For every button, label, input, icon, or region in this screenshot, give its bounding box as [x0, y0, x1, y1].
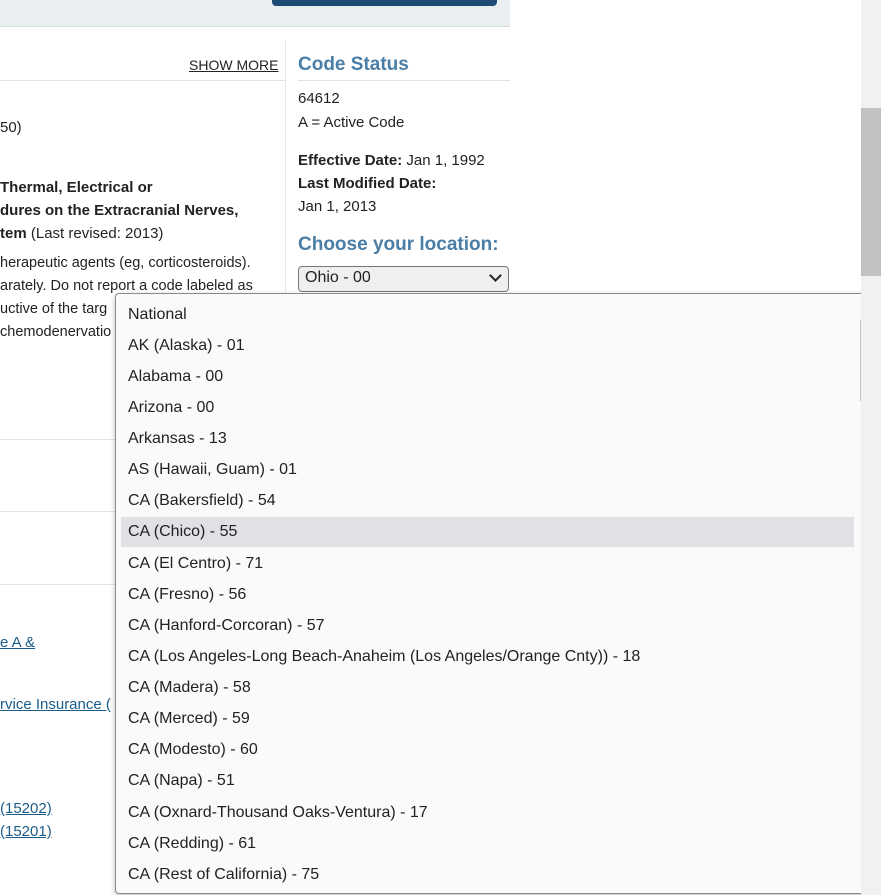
column-separator — [285, 40, 286, 300]
location-option[interactable]: CA (Redding) - 61 — [121, 829, 854, 859]
divider — [0, 439, 115, 440]
location-option[interactable]: CA (Chico) - 55 — [121, 517, 854, 547]
location-option[interactable]: CA (Los Angeles-Long Beach-Anaheim (Los … — [121, 642, 854, 672]
code-title-bold: tem — [0, 225, 27, 242]
page-scrollbar[interactable] — [861, 0, 881, 895]
location-option[interactable]: National — [121, 300, 854, 330]
location-select-value: Ohio - 00 — [305, 269, 371, 286]
divider — [0, 584, 115, 585]
code-number: 64612 — [298, 90, 340, 107]
divider — [0, 80, 285, 81]
location-option[interactable]: CA (Rest of California) - 75 — [121, 860, 854, 890]
top-banner — [0, 0, 510, 27]
location-select[interactable]: Ohio - 00 — [298, 266, 509, 292]
related-link[interactable]: rvice Insurance ( — [0, 696, 111, 713]
location-option[interactable]: CA (Napa) - 51 — [121, 766, 854, 796]
effective-date-value: Jan 1, 1992 — [402, 152, 485, 169]
related-code-link[interactable]: (15202) — [0, 800, 52, 817]
last-revised: (Last revised: 2013) — [26, 225, 164, 242]
location-option[interactable]: CA (Modesto) - 60 — [121, 735, 854, 765]
last-modified-label: Last Modified Date: — [298, 175, 437, 192]
location-heading: Choose your location: — [298, 234, 499, 255]
location-option[interactable]: AS (Hawaii, Guam) - 01 — [121, 455, 854, 485]
location-option[interactable]: Arizona - 00 — [121, 393, 854, 423]
page-scroll-thumb[interactable] — [861, 108, 881, 276]
location-option[interactable]: CA (Fresno) - 56 — [121, 580, 854, 610]
location-dropdown-list[interactable]: National AK (Alaska) - 01 Alabama - 00 Ariz… — [115, 293, 880, 894]
location-option[interactable]: CA (El Centro) - 71 — [121, 549, 854, 579]
effective-date: Effective Date: Jan 1, 1992 — [298, 149, 485, 172]
location-option[interactable]: Arkansas - 13 — [121, 424, 854, 454]
related-link[interactable]: e A & — [0, 634, 35, 651]
divider — [298, 80, 510, 81]
description-line: herapeutic agents (eg, corticosteroids). — [0, 255, 251, 271]
location-option[interactable]: CA (Hanford-Corcoran) - 57 — [121, 611, 854, 641]
code-title-line: Thermal, Electrical or — [0, 179, 153, 196]
banner-button[interactable] — [272, 0, 497, 6]
last-modified-value: Jan 1, 2013 — [298, 198, 377, 215]
code-title-line: tem (Last revised: 2013) — [0, 222, 163, 245]
divider — [0, 511, 115, 512]
location-option[interactable]: CA (Merced) - 59 — [121, 704, 854, 734]
location-option[interactable]: CA (Bakersfield) - 54 — [121, 486, 854, 516]
location-option[interactable]: CA (Oxnard-Thousand Oaks-Ventura) - 17 — [121, 798, 854, 828]
code-title-line: dures on the Extracranial Nerves, — [0, 202, 239, 219]
description-line: chemodenervatio — [0, 324, 112, 340]
code-range-fragment: 50) — [0, 119, 22, 136]
show-more-link[interactable]: SHOW MORE — [189, 57, 278, 73]
related-code-link[interactable]: (15201) — [0, 823, 52, 840]
code-status-value: A = Active Code — [298, 114, 405, 131]
location-option[interactable]: CA (Madera) - 58 — [121, 673, 854, 703]
effective-date-label: Effective Date: — [298, 152, 403, 169]
location-option[interactable]: Alabama - 00 — [121, 362, 854, 392]
description-line: uctive of the targ — [0, 301, 108, 317]
location-option[interactable]: AK (Alaska) - 01 — [121, 331, 854, 361]
chevron-down-icon — [489, 269, 502, 282]
code-status-heading: Code Status — [298, 54, 409, 75]
